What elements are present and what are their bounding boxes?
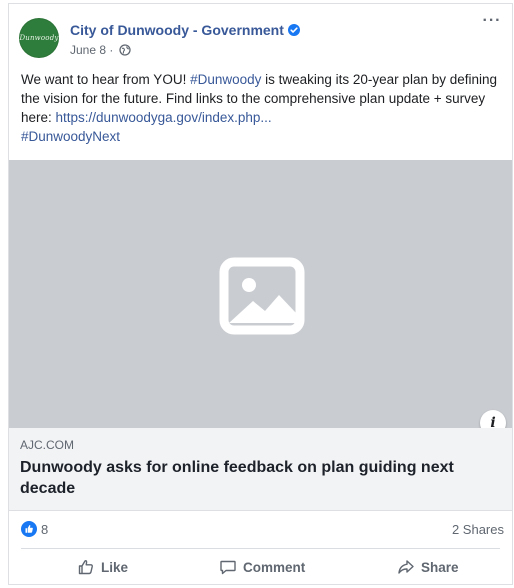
reaction-count[interactable]: 8 <box>41 522 48 537</box>
link-preview-image[interactable]: i <box>9 160 512 436</box>
post-meta: June 8 · <box>70 43 131 59</box>
comment-bubble-icon <box>220 560 236 575</box>
meta-separator: · <box>109 43 114 57</box>
page-name-text: City of Dunwoody - Government <box>70 22 284 38</box>
link-preview-caption[interactable]: AJC.COM Dunwoody asks for online feedbac… <box>9 428 512 511</box>
actions-divider <box>21 548 500 549</box>
avatar-logo-text: Dunwoody <box>19 34 59 42</box>
post-date[interactable]: June 8 <box>70 43 106 57</box>
thumbs-up-outline-icon <box>78 560 93 575</box>
page-avatar[interactable]: Dunwoody <box>19 18 59 58</box>
verified-badge-icon <box>287 24 300 36</box>
comment-label: Comment <box>243 559 306 575</box>
post-body-text: We want to hear from YOU! #Dunwoody is t… <box>21 70 506 146</box>
post-actions-bar: Like Comment Share <box>9 552 512 582</box>
post-card: Dunwoody City of Dunwoody - Government J… <box>8 3 513 585</box>
engagement-stats: 8 2 Shares <box>9 510 512 548</box>
hashtag-link-dunwoodynext[interactable]: #DunwoodyNext <box>21 129 120 144</box>
globe-icon[interactable] <box>119 44 131 59</box>
link-domain: AJC.COM <box>20 438 74 452</box>
image-placeholder-icon <box>219 257 305 335</box>
more-options-button[interactable]: ··· <box>480 13 504 36</box>
like-label: Like <box>101 559 129 575</box>
page-name-link[interactable]: City of Dunwoody - Government <box>70 22 300 38</box>
share-arrow-icon <box>398 560 414 574</box>
post-text-intro: We want to hear from YOU! <box>21 72 191 87</box>
shares-count[interactable]: 2 Shares <box>452 522 504 537</box>
like-button[interactable]: Like <box>77 552 128 582</box>
post-header: Dunwoody City of Dunwoody - Government J… <box>9 4 512 64</box>
thumbs-up-icon[interactable] <box>21 521 37 537</box>
share-label: Share <box>421 559 459 575</box>
link-title: Dunwoody asks for online feedback on pla… <box>20 459 454 497</box>
share-button[interactable]: Share <box>397 552 459 582</box>
hashtag-link-dunwoody[interactable]: #Dunwoody <box>190 72 261 87</box>
plan-url-link[interactable]: https://dunwoodyga.gov/index.php... <box>56 110 272 125</box>
comment-button[interactable]: Comment <box>219 552 305 582</box>
